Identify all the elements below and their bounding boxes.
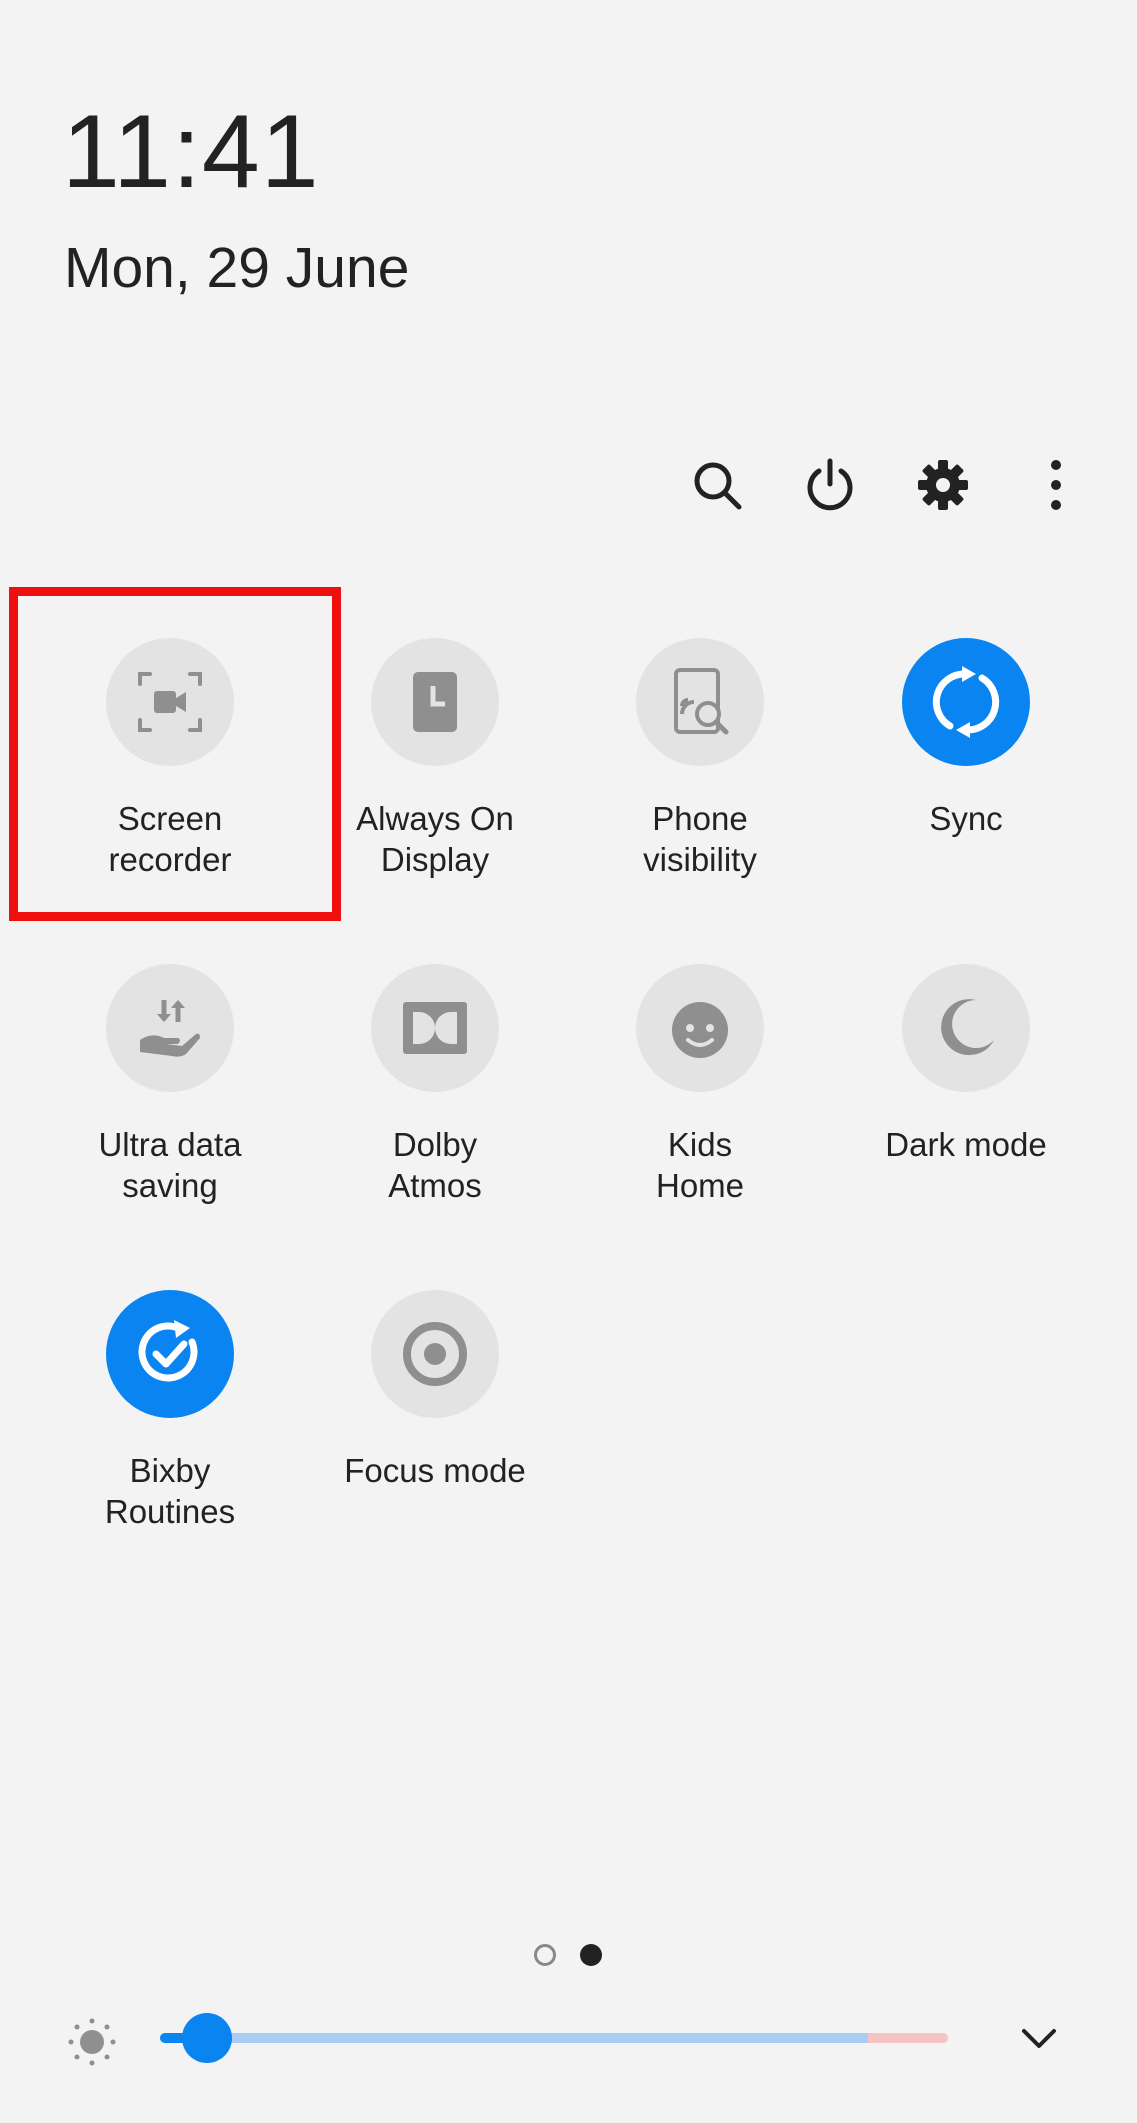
- sync-icon: [932, 666, 1000, 738]
- brightness-slider-thumb[interactable]: [182, 2013, 233, 2063]
- tile-always-on-display[interactable]: Always On Display: [302, 638, 568, 898]
- brightness-slider-warm-zone: [868, 2033, 948, 2043]
- tile-dolby-atmos-label: Dolby Atmos: [388, 1126, 482, 1204]
- tile-ultra-data-saving[interactable]: Ultra data saving: [37, 964, 303, 1224]
- tile-phone-visibility-button[interactable]: [636, 638, 764, 766]
- power-icon: [807, 458, 853, 511]
- data-saving-icon: [140, 1000, 200, 1057]
- expand-button[interactable]: [1016, 2010, 1062, 2066]
- tile-kids-home-button[interactable]: [636, 964, 764, 1092]
- tile-dark-mode[interactable]: Dark mode: [833, 964, 1099, 1224]
- tile-screen-recorder[interactable]: Screen recorder: [37, 638, 303, 898]
- search-icon: [694, 462, 742, 510]
- kids-home-icon: [672, 1002, 728, 1058]
- bixby-routines-icon: [138, 1320, 198, 1382]
- tile-kids-home-label: Kids Home: [655, 1126, 745, 1204]
- tile-dolby-atmos[interactable]: Dolby Atmos: [302, 964, 568, 1224]
- always-on-display-icon: [413, 672, 457, 732]
- tile-dolby-atmos-button[interactable]: [371, 964, 499, 1092]
- tile-screen-recorder-button[interactable]: [106, 638, 234, 766]
- tile-sync[interactable]: Sync: [833, 638, 1099, 898]
- search-button[interactable]: [682, 450, 752, 520]
- tile-kids-home[interactable]: Kids Home: [567, 964, 833, 1224]
- tile-ultra-data-saving-label: Ultra data saving: [98, 1126, 242, 1204]
- tile-dark-mode-label: Dark mode: [885, 1126, 1047, 1163]
- tile-always-on-display-label: Always On Display: [356, 800, 514, 878]
- tile-screen-recorder-label: Screen recorder: [108, 800, 232, 878]
- screen-recorder-icon: [138, 672, 202, 732]
- tile-ultra-data-saving-button[interactable]: [106, 964, 234, 1092]
- focus-mode-icon: [403, 1322, 467, 1386]
- phone-visibility-icon: [674, 668, 729, 735]
- page-indicator-2[interactable]: [580, 1944, 602, 1966]
- tile-dark-mode-button[interactable]: [902, 964, 1030, 1092]
- settings-button[interactable]: [908, 450, 978, 520]
- tile-focus-mode-label: Focus mode: [344, 1452, 526, 1489]
- tile-bixby-routines[interactable]: Bixby Routines: [37, 1290, 303, 1550]
- tile-sync-button[interactable]: [902, 638, 1030, 766]
- chevron-down-icon: [1022, 2029, 1056, 2048]
- gear-icon: [918, 460, 968, 510]
- more-options-button[interactable]: [1021, 450, 1091, 520]
- tile-phone-visibility[interactable]: Phone visibility: [567, 638, 833, 898]
- clock-time: 11:41: [62, 94, 320, 210]
- tile-sync-label: Sync: [929, 800, 1003, 837]
- tile-bixby-routines-button[interactable]: [106, 1290, 234, 1418]
- tile-focus-mode-button[interactable]: [371, 1290, 499, 1418]
- brightness-slider[interactable]: [160, 2033, 948, 2043]
- page-indicator-1[interactable]: [534, 1944, 556, 1966]
- power-button[interactable]: [795, 450, 865, 520]
- more-vertical-icon: [1051, 460, 1061, 510]
- dolby-icon: [403, 1002, 467, 1054]
- tile-bixby-routines-label: Bixby Routines: [104, 1452, 236, 1530]
- moon-icon: [941, 999, 994, 1056]
- tile-focus-mode[interactable]: Focus mode: [302, 1290, 568, 1550]
- tile-always-on-display-button[interactable]: [371, 638, 499, 766]
- brightness-icon: [68, 2018, 116, 2066]
- tile-phone-visibility-label: Phone visibility: [643, 800, 757, 878]
- clock-date: Mon, 29 June: [64, 236, 410, 300]
